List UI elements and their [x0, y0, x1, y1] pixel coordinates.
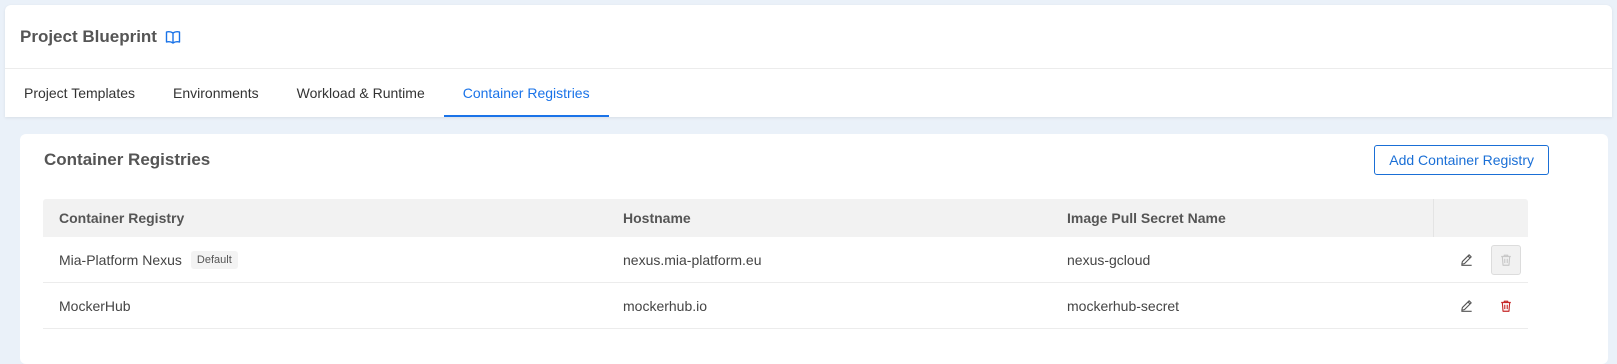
edit-button[interactable] — [1451, 291, 1481, 321]
actions-cell — [1433, 283, 1528, 328]
pencil-icon — [1460, 254, 1472, 266]
column-header-image-pull-secret: Image Pull Secret Name — [1067, 210, 1226, 226]
registry-name: Mia-Platform Nexus — [59, 251, 182, 268]
pencil-icon — [1460, 300, 1472, 312]
column-header-container-registry: Container Registry — [59, 210, 185, 226]
edit-button[interactable] — [1451, 245, 1481, 275]
trash-icon — [1501, 254, 1511, 266]
tab-container-registries[interactable]: Container Registries — [443, 69, 609, 117]
tab-project-templates[interactable]: Project Templates — [5, 69, 154, 117]
trash-icon — [1501, 300, 1511, 312]
tab-workload-runtime[interactable]: Workload & Runtime — [278, 69, 444, 117]
page-title: Project Blueprint — [20, 26, 157, 46]
title-row: Project Blueprint — [5, 5, 1612, 69]
table-row: MockerHub mockerhub.io mockerhub-secret — [43, 283, 1528, 329]
actions-cell — [1433, 237, 1528, 282]
section-title: Container Registries — [44, 150, 211, 169]
column-header-actions — [1433, 199, 1528, 237]
registry-name-cell: Mia-Platform Nexus Default — [43, 250, 623, 269]
registry-name: MockerHub — [59, 297, 131, 314]
book-open-icon[interactable] — [165, 30, 181, 44]
tab-bar: Project Templates Environments Workload … — [5, 69, 1612, 117]
column-header-hostname: Hostname — [623, 210, 691, 226]
secret-cell: nexus-gcloud — [1067, 251, 1151, 268]
delete-button[interactable] — [1491, 291, 1521, 321]
table-header: Container Registry Hostname Image Pull S… — [43, 199, 1528, 237]
delete-button-disabled — [1491, 244, 1521, 275]
secret-cell: mockerhub-secret — [1067, 297, 1180, 314]
registries-table: Container Registry Hostname Image Pull S… — [43, 199, 1528, 329]
page-header: Project Blueprint Project Templates Envi… — [5, 5, 1612, 117]
registry-name-cell: MockerHub — [43, 298, 623, 314]
default-badge: Default — [190, 250, 238, 269]
hostname-cell: mockerhub.io — [623, 297, 708, 314]
table-row: Mia-Platform Nexus Default nexus.mia-pla… — [43, 237, 1528, 283]
tab-environments[interactable]: Environments — [154, 69, 278, 117]
container-registries-card: Container Registries Add Container Regis… — [20, 134, 1608, 364]
add-container-registry-button[interactable]: Add Container Registry — [1374, 145, 1549, 175]
hostname-cell: nexus.mia-platform.eu — [623, 251, 762, 268]
